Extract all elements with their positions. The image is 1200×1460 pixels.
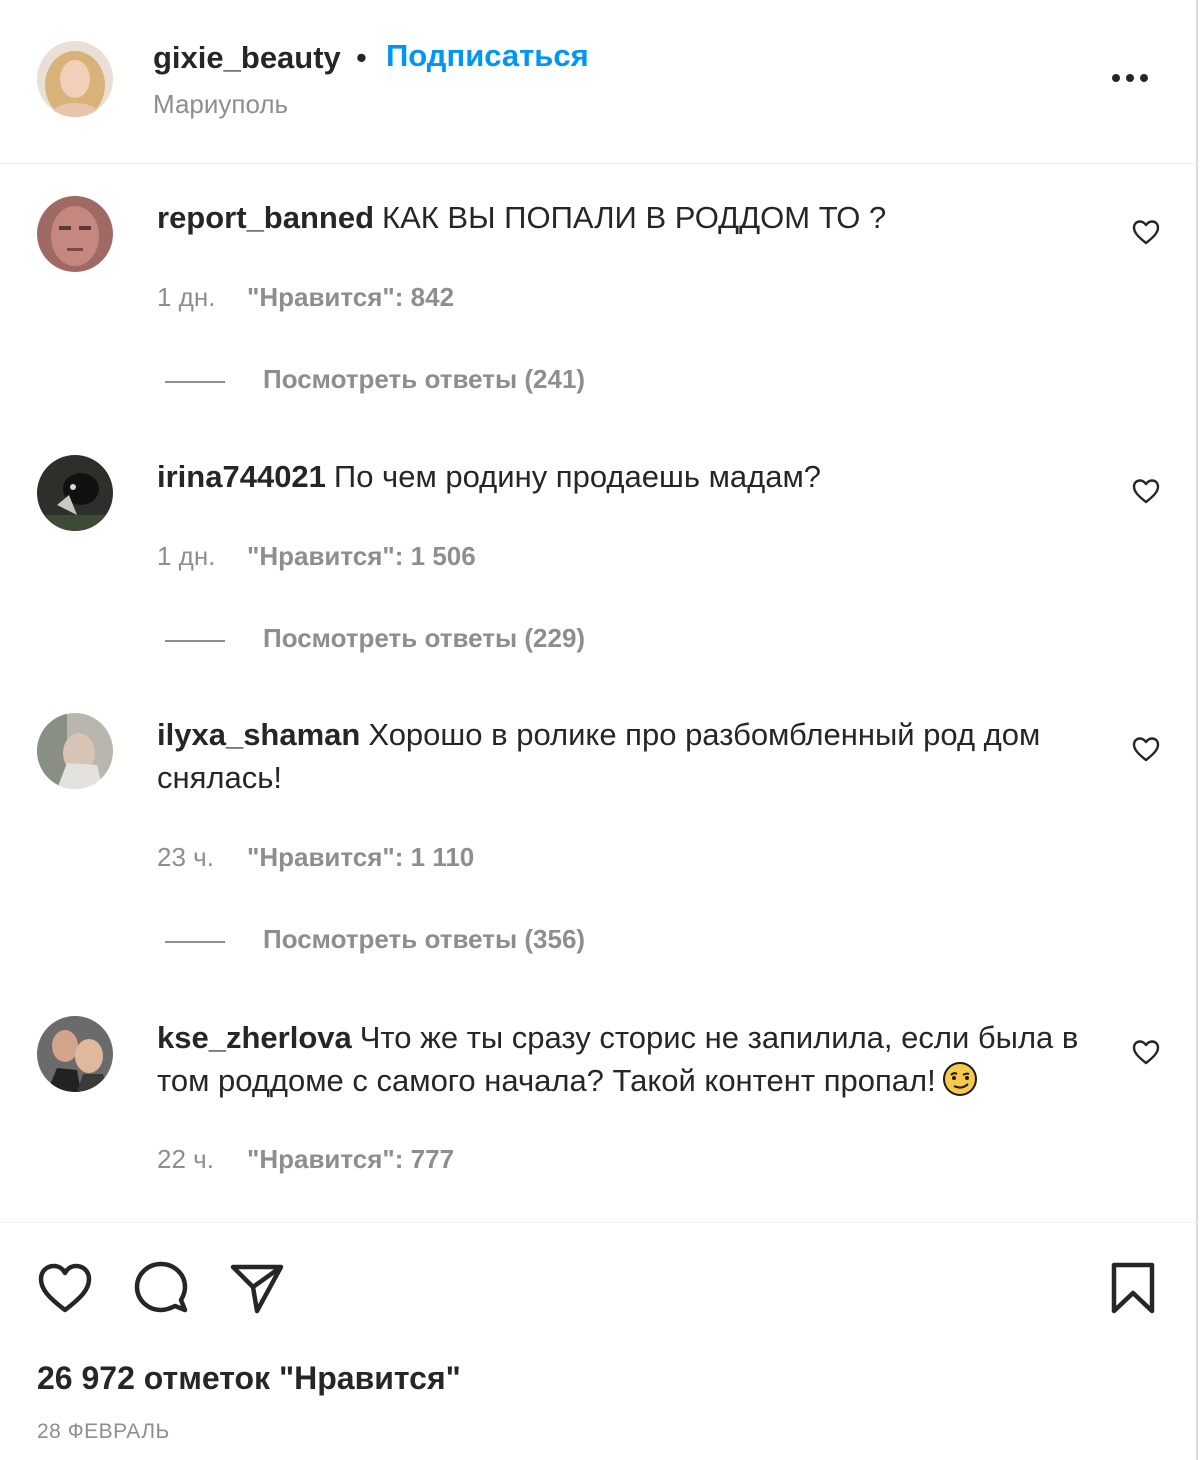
smirk-emoji-icon — [942, 1061, 978, 1097]
comment-meta: 22 ч. "Нравится": 777 — [157, 1144, 454, 1175]
commenter-avatar[interactable] — [37, 1016, 113, 1092]
commenter-username[interactable]: ilyxa_shaman — [157, 717, 360, 752]
commenter-avatar[interactable] — [37, 196, 113, 272]
likes-total[interactable]: 26 972 отметок "Нравится" — [37, 1360, 461, 1397]
comment-time[interactable]: 23 ч. — [157, 842, 247, 873]
comment-text: ilyxa_shaman Хорошо в ролике про разбомбл… — [157, 713, 1107, 799]
replies-divider-line — [165, 640, 225, 642]
comment-time[interactable]: 1 дн. — [157, 282, 247, 313]
comment-time[interactable]: 1 дн. — [157, 541, 247, 572]
comment-text: irina744021 По чем родину продаешь мадам? — [157, 455, 1107, 498]
comment-likes[interactable]: "Нравится": 842 — [247, 282, 454, 312]
comment-time[interactable]: 22 ч. — [157, 1144, 247, 1175]
comment-meta: 1 дн. "Нравится": 1 506 — [157, 541, 476, 572]
author-username[interactable]: gixie_beauty — [153, 40, 341, 76]
heart-icon[interactable] — [36, 1260, 94, 1316]
replies-divider-line — [165, 941, 225, 943]
more-options-icon[interactable] — [1104, 60, 1156, 96]
comment-like-icon[interactable] — [1131, 1038, 1161, 1066]
view-replies-label: Посмотреть ответы (356) — [263, 924, 586, 954]
comment-likes[interactable]: "Нравится": 1 110 — [247, 842, 474, 872]
comment-like-icon[interactable] — [1131, 218, 1161, 246]
follow-button[interactable]: Подписаться — [386, 38, 589, 74]
comment-likes[interactable]: "Нравится": 777 — [247, 1144, 454, 1174]
commenter-username[interactable]: kse_zherlova — [157, 1020, 352, 1055]
view-replies-label: Посмотреть ответы (241) — [263, 364, 586, 394]
comment-icon[interactable] — [132, 1260, 190, 1316]
comment-meta: 23 ч. "Нравится": 1 110 — [157, 842, 474, 873]
comment-body: КАК ВЫ ПОПАЛИ В РОДДОМ ТО ? — [382, 200, 887, 235]
actions-divider — [0, 1222, 1198, 1223]
separator-dot: • — [356, 40, 367, 75]
comment-meta: 1 дн. "Нравится": 842 — [157, 282, 454, 313]
post-location[interactable]: Мариуполь — [153, 89, 288, 120]
commenter-username[interactable]: irina744021 — [157, 459, 326, 494]
commenter-avatar[interactable] — [37, 455, 113, 531]
bookmark-icon[interactable] — [1104, 1260, 1162, 1316]
commenter-username[interactable]: report_banned — [157, 200, 374, 235]
comment-body: По чем родину продаешь мадам? — [333, 459, 822, 494]
author-avatar[interactable] — [37, 41, 113, 117]
paper-plane-icon[interactable] — [228, 1260, 286, 1316]
comment-like-icon[interactable] — [1131, 477, 1161, 505]
commenter-avatar[interactable] — [37, 713, 113, 789]
comment-like-icon[interactable] — [1131, 735, 1161, 763]
post-header: gixie_beauty • Подписаться Мариуполь — [0, 0, 1198, 164]
comment-likes[interactable]: "Нравится": 1 506 — [247, 541, 476, 571]
comment-text: report_banned КАК ВЫ ПОПАЛИ В РОДДОМ ТО ? — [157, 196, 1107, 239]
comment-text: kse_zherlova Что же ты сразу сторис не за… — [157, 1016, 1107, 1102]
view-replies-label: Посмотреть ответы (229) — [263, 623, 586, 653]
replies-divider-line — [165, 381, 225, 383]
post-date[interactable]: 28 ФЕВРАЛЬ — [37, 1420, 170, 1444]
